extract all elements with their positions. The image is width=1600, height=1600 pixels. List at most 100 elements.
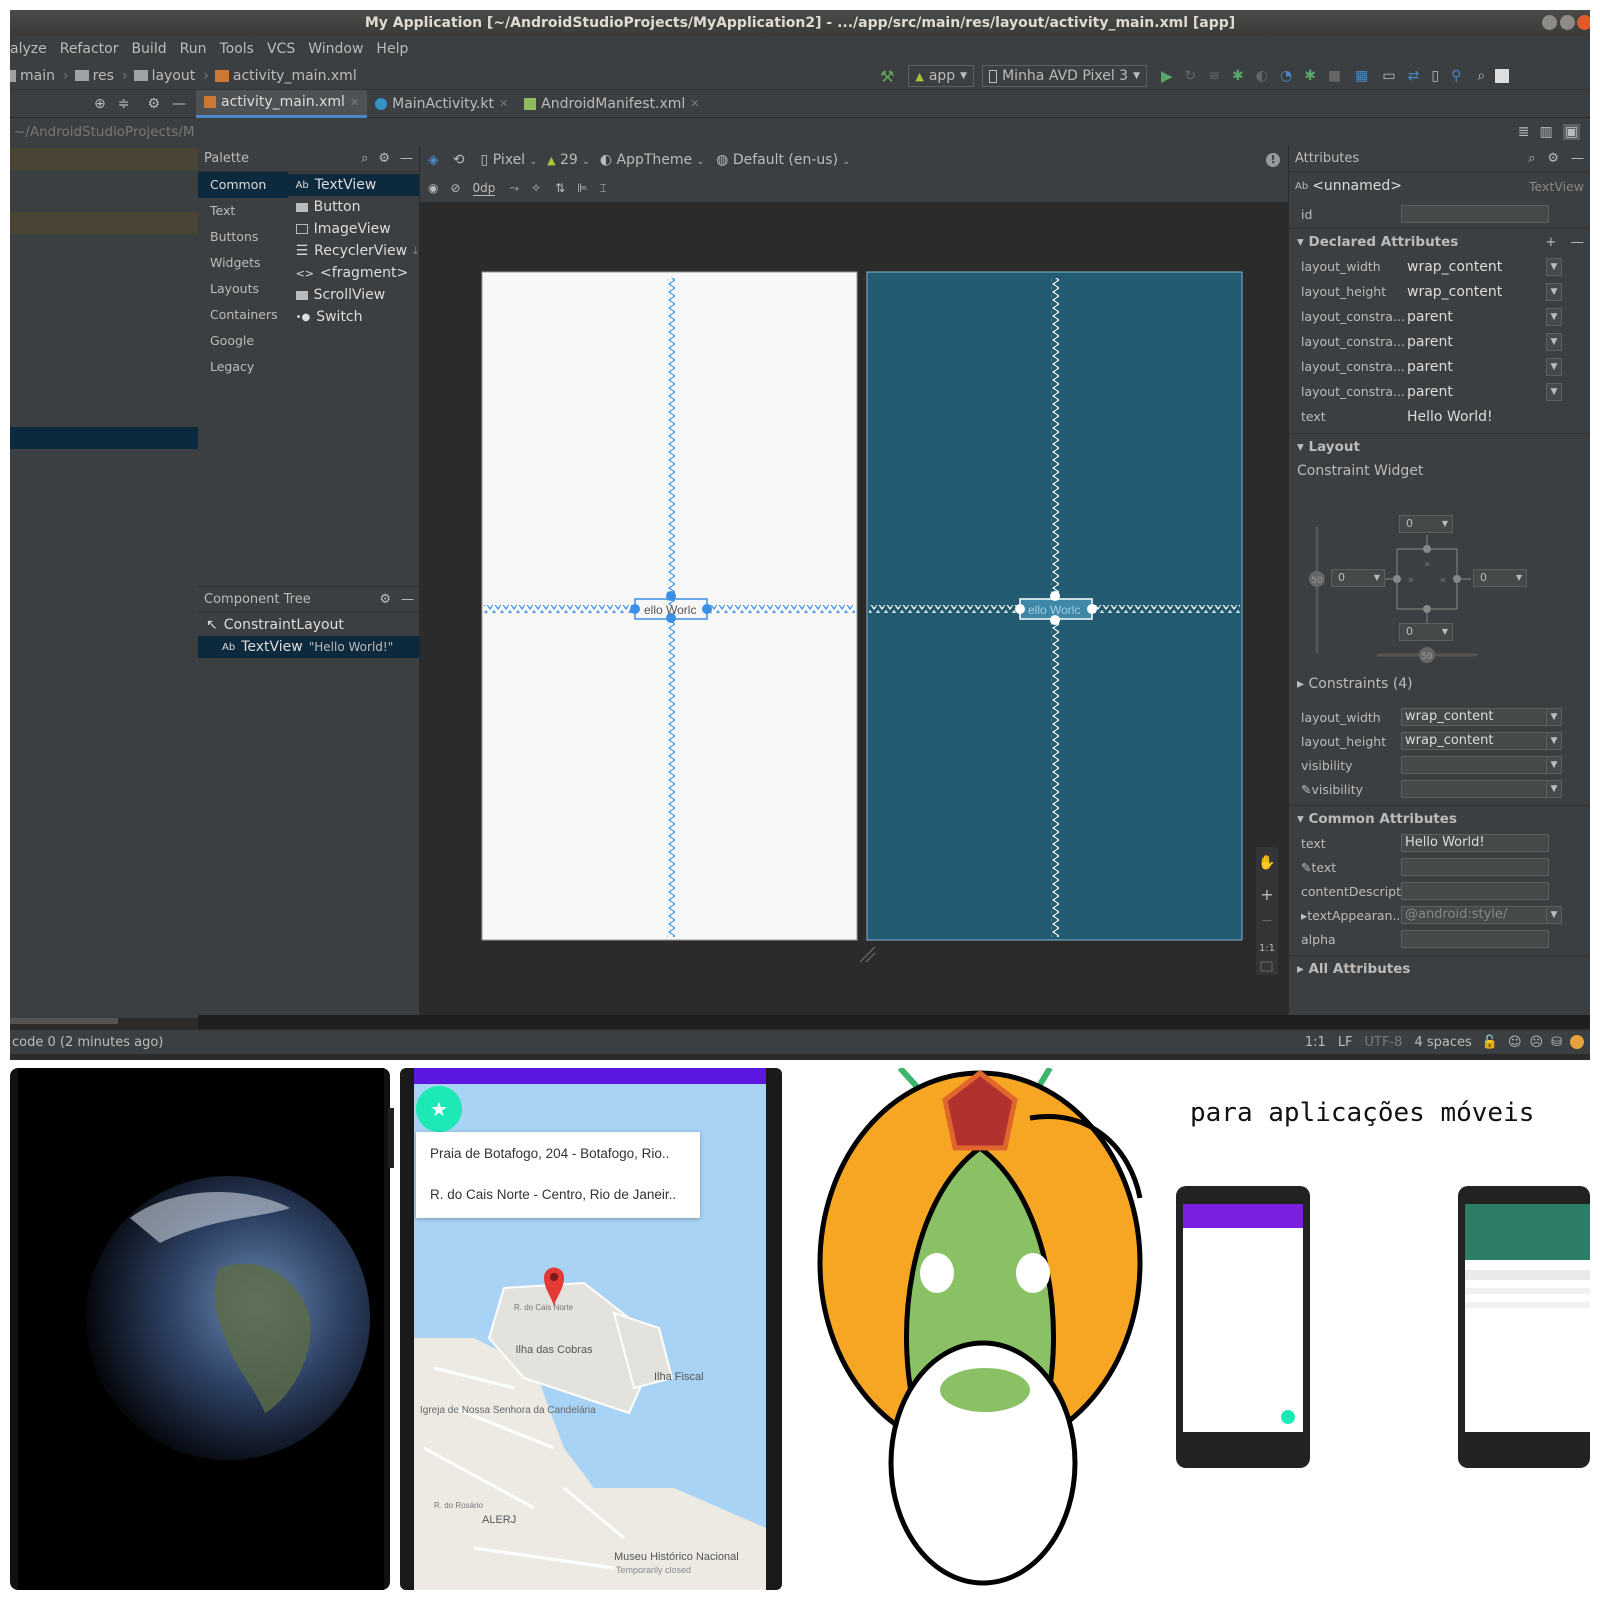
sdk-manager-icon[interactable]: ⇄	[1408, 68, 1420, 84]
coverage-icon[interactable]: ◐	[1256, 68, 1268, 84]
hide-icon[interactable]: —	[1571, 151, 1584, 166]
chevron-down-icon[interactable]: ▼	[1546, 257, 1562, 276]
palette-item[interactable]: ScrollView	[288, 284, 419, 306]
tree-root[interactable]: ↖ ConstraintLayout	[198, 614, 420, 636]
status-message[interactable]: code 0 (2 minutes ago)	[12, 1035, 163, 1050]
device-dropdown[interactable]: ▯ Pixel ⌄	[481, 152, 538, 168]
avd-manager-icon[interactable]: ▭	[1382, 68, 1395, 84]
orientation-icon[interactable]: ⟲	[453, 152, 465, 168]
palette-category[interactable]: Text	[198, 198, 288, 224]
left-dot[interactable]	[1393, 575, 1401, 583]
anchor-right[interactable]	[702, 604, 712, 614]
palette-category[interactable]: Widgets	[198, 250, 288, 276]
tab-activity-main[interactable]: activity_main.xml ✕	[196, 89, 368, 118]
pan-icon[interactable]: ✋	[1258, 854, 1275, 871]
zoom-actual-size[interactable]: 1:1	[1259, 943, 1275, 954]
margin-left-select[interactable]: 0 ▼	[1331, 569, 1385, 587]
close-icon[interactable]: ✕	[350, 96, 359, 109]
all-attributes-header[interactable]: ▸ All Attributes	[1289, 955, 1590, 981]
zoom-out-icon[interactable]: −	[1261, 913, 1273, 929]
menu-help[interactable]: Help	[376, 41, 408, 57]
close-button[interactable]	[1577, 15, 1590, 30]
indent-setting[interactable]: 4 spaces	[1414, 1035, 1471, 1050]
wrap-h-icon[interactable]: »	[1408, 573, 1415, 586]
caret-position[interactable]: 1:1	[1305, 1035, 1326, 1050]
hammer-icon[interactable]: ⚒	[880, 67, 894, 86]
minimize-button[interactable]	[1542, 15, 1557, 30]
chevron-down-icon[interactable]: ▼	[1546, 282, 1562, 301]
layout-section-header[interactable]: ▾ Layout	[1289, 433, 1590, 459]
margin-right-select[interactable]: 0 ▼	[1473, 569, 1527, 587]
chevron-down-icon[interactable]: ▼	[1546, 382, 1562, 401]
profile-icon[interactable]: ◔	[1280, 68, 1292, 84]
resize-handle[interactable]	[859, 946, 876, 963]
chevron-down-icon[interactable]: ▼	[1546, 906, 1562, 924]
anchor-right[interactable]	[1087, 604, 1097, 614]
menu-window[interactable]: Window	[308, 41, 363, 57]
palette-item[interactable]: •● Switch	[288, 306, 419, 328]
avatar-icon[interactable]	[1495, 69, 1510, 83]
breadcrumb-main[interactable]: main	[10, 68, 55, 84]
api-dropdown[interactable]: ▲ 29 ⌄	[547, 152, 590, 168]
breadcrumb-res[interactable]: res	[74, 68, 114, 84]
attribute-select[interactable]	[1401, 780, 1547, 798]
hide-icon[interactable]: —	[400, 151, 413, 166]
palette-category[interactable]: Google	[198, 328, 288, 354]
attribute-select[interactable]: wrap_content	[1401, 732, 1547, 750]
palette-category[interactable]: Layouts	[198, 276, 288, 302]
breadcrumb-layout[interactable]: layout	[133, 68, 195, 84]
palette-category[interactable]: Legacy	[198, 354, 288, 380]
attribute-select[interactable]: wrap_content	[1401, 708, 1547, 726]
stop-icon[interactable]: ■	[1328, 68, 1341, 84]
zoom-in-icon[interactable]: +	[1260, 885, 1273, 904]
declared-attributes-header[interactable]: ▾ Declared Attributes + —	[1289, 228, 1590, 254]
search-icon[interactable]: ⌕	[1477, 68, 1485, 84]
sync-gradle-icon[interactable]: ▦	[1355, 68, 1368, 84]
attribute-input[interactable]	[1401, 858, 1549, 876]
chevron-down-icon[interactable]: ▼	[1546, 756, 1562, 774]
anchor-left[interactable]	[1015, 604, 1025, 614]
apply-changes-icon[interactable]: ≡	[1208, 68, 1220, 84]
infer-constraints-icon[interactable]: ✧	[531, 181, 541, 195]
palette-item[interactable]: ☰ RecyclerView ⤓	[288, 240, 419, 262]
menu-analyze[interactable]: alyze	[10, 41, 47, 57]
menu-run[interactable]: Run	[180, 41, 207, 57]
gear-icon[interactable]: ⚙	[147, 96, 160, 112]
hide-icon[interactable]: —	[172, 96, 186, 112]
attach-debugger-icon[interactable]: ✱	[1304, 68, 1316, 84]
project-row-selected[interactable]	[10, 427, 198, 449]
pack-icon[interactable]: ⇅	[555, 181, 565, 195]
palette-category[interactable]: Common	[198, 172, 288, 198]
gear-icon[interactable]: ⚙	[378, 151, 390, 166]
wrap-v-icon[interactable]: »	[1424, 559, 1430, 570]
chevron-down-icon[interactable]: ▼	[1546, 357, 1562, 376]
margin-top-select[interactable]: 0 ▼	[1399, 515, 1453, 533]
anchor-left[interactable]	[630, 604, 640, 614]
guidelines-icon[interactable]: ⌶	[600, 181, 607, 196]
attribute-value[interactable]: wrap_content	[1407, 259, 1502, 275]
favorite-fab[interactable]: ★	[416, 1086, 462, 1132]
chevron-down-icon[interactable]: ▼	[1546, 307, 1562, 326]
eye-icon[interactable]: ◉	[428, 181, 438, 195]
hide-icon[interactable]: —	[401, 592, 414, 607]
gear-icon[interactable]: ⚙	[1547, 151, 1559, 166]
attribute-value[interactable]: parent	[1407, 359, 1453, 375]
id-field[interactable]	[1401, 205, 1549, 223]
remove-icon[interactable]: —	[1571, 234, 1585, 250]
attribute-select[interactable]	[1401, 756, 1547, 774]
palette-item[interactable]: Button	[288, 196, 419, 218]
notification-icon[interactable]	[1570, 1035, 1584, 1049]
inspector-icon[interactable]: ☺	[1508, 1035, 1522, 1050]
warning-icon[interactable]: !	[1266, 153, 1280, 167]
project-row-highlight[interactable]	[10, 148, 198, 170]
attribute-input[interactable]	[1401, 882, 1549, 900]
chevron-down-icon[interactable]: ▼	[1546, 332, 1562, 351]
close-icon[interactable]: ✕	[690, 97, 699, 110]
margin-bottom-select[interactable]: 0 ▼	[1399, 623, 1453, 641]
gear-icon[interactable]: ⚙	[379, 592, 391, 607]
design-view-icon[interactable]: ▣	[1562, 124, 1580, 140]
tab-main-activity[interactable]: MainActivity.kt ✕	[367, 90, 516, 118]
default-margin[interactable]: 0dp	[472, 181, 496, 196]
code-view-icon[interactable]: ≣	[1518, 124, 1530, 140]
collapse-icon[interactable]: ≑	[118, 96, 130, 112]
